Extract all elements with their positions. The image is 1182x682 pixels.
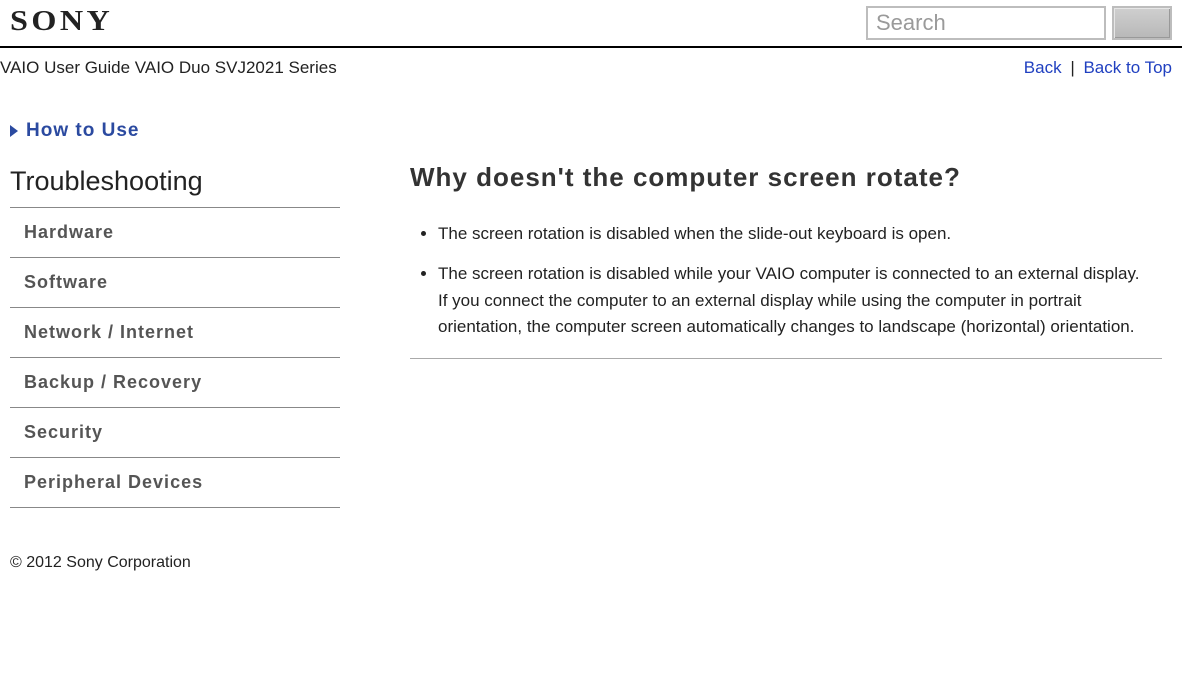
how-to-use-link[interactable]: How to Use <box>10 102 340 166</box>
list-item: The screen rotation is disabled while yo… <box>438 261 1162 340</box>
breadcrumb: VAIO User Guide VAIO Duo SVJ2021 Series <box>0 58 337 78</box>
how-to-use-label: How to Use <box>26 120 139 142</box>
divider <box>410 358 1162 359</box>
sidebar-item-hardware[interactable]: Hardware <box>10 208 340 258</box>
back-to-top-link[interactable]: Back to Top <box>1083 58 1172 77</box>
list-item-text: The screen rotation is disabled while yo… <box>438 264 1139 283</box>
list-item-text: The screen rotation is disabled when the… <box>438 224 951 243</box>
search-input[interactable] <box>866 6 1106 40</box>
search-form <box>866 6 1172 46</box>
search-button[interactable] <box>1112 6 1172 40</box>
nav-separator: | <box>1070 58 1074 77</box>
footer-copyright: © 2012 Sony Corporation <box>0 528 1182 592</box>
list-item-extra: If you connect the computer to an extern… <box>438 288 1162 341</box>
sidebar: How to Use Troubleshooting Hardware Soft… <box>10 102 370 508</box>
sidebar-item-software[interactable]: Software <box>10 258 340 308</box>
sidebar-item-backup-recovery[interactable]: Backup / Recovery <box>10 358 340 408</box>
arrow-right-icon <box>10 125 18 137</box>
main: Why doesn't the computer screen rotate? … <box>370 102 1172 508</box>
header: SONY <box>0 0 1182 48</box>
sidebar-item-security[interactable]: Security <box>10 408 340 458</box>
list-item: The screen rotation is disabled when the… <box>438 221 1162 247</box>
article-title: Why doesn't the computer screen rotate? <box>410 162 1162 193</box>
subheader: VAIO User Guide VAIO Duo SVJ2021 Series … <box>0 48 1182 102</box>
nav-links: Back | Back to Top <box>1024 58 1172 78</box>
back-link[interactable]: Back <box>1024 58 1062 77</box>
content: How to Use Troubleshooting Hardware Soft… <box>0 102 1182 528</box>
brand-logo: SONY <box>10 6 113 38</box>
sidebar-section-title: Troubleshooting <box>10 166 340 208</box>
sidebar-item-network-internet[interactable]: Network / Internet <box>10 308 340 358</box>
sidebar-item-peripheral-devices[interactable]: Peripheral Devices <box>10 458 340 508</box>
article-body: The screen rotation is disabled when the… <box>410 221 1162 359</box>
